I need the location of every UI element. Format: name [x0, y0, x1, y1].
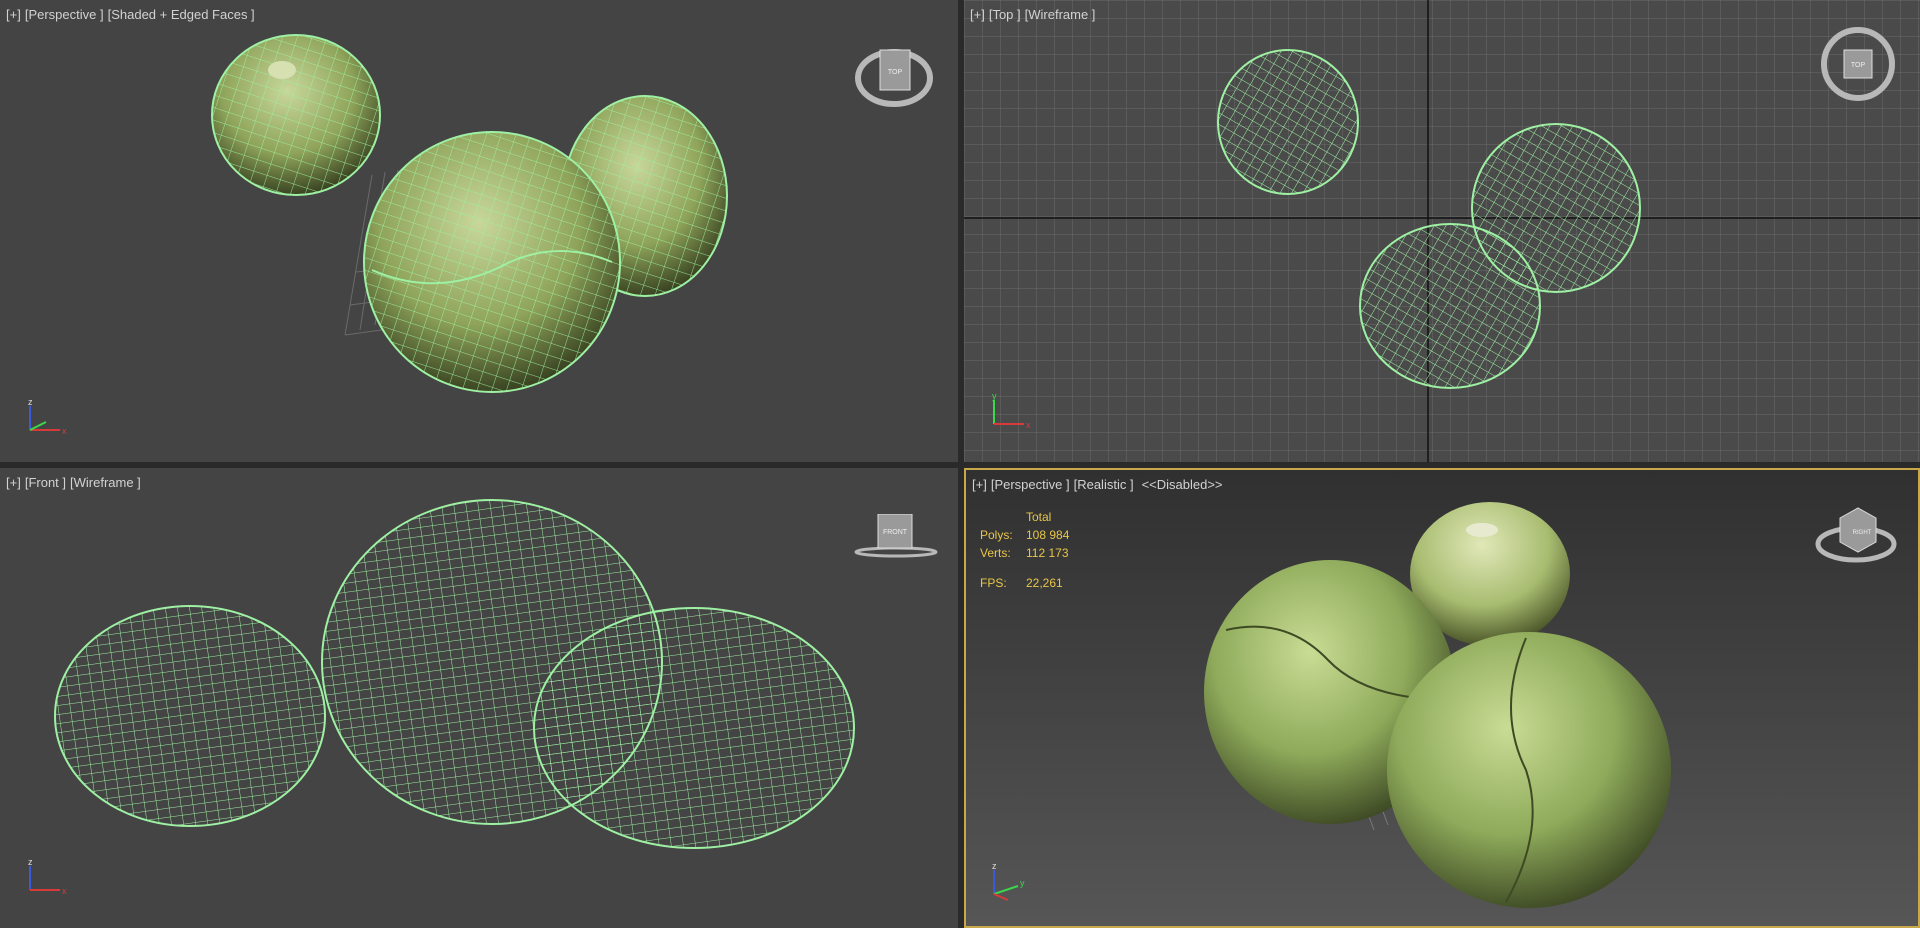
viewport-label: [+] [Front ] [Wireframe ] [6, 475, 141, 490]
stats-fps-label: FPS: [980, 576, 1007, 590]
viewport-point-of-view-menu[interactable]: [Perspective ] [25, 7, 104, 22]
stats-polys-label: Polys: [980, 528, 1013, 542]
cabbage-left[interactable] [54, 605, 326, 827]
cabbage-right[interactable] [533, 607, 855, 849]
axis-x-label: x [1026, 420, 1031, 430]
viewcube[interactable]: TOP [1818, 24, 1898, 104]
viewport-label: [+] [Perspective ] [Shaded + Edged Faces ] [6, 7, 255, 22]
scene-cabbages [1204, 502, 1671, 908]
viewcube-label: TOP [888, 69, 903, 76]
stats-verts-label: Verts: [980, 546, 1011, 560]
viewport-shading-menu[interactable]: [Realistic ] [1074, 477, 1134, 492]
axis-tripod: z x [28, 858, 67, 896]
stats-verts-value: 112 173 [1026, 546, 1069, 560]
viewcube-label: TOP [1851, 62, 1866, 69]
viewport-label: [+] [Top ] [Wireframe ] [970, 7, 1095, 22]
viewport-shading-menu[interactable]: [Wireframe ] [1025, 7, 1096, 22]
viewport-point-of-view-menu[interactable]: [Front ] [25, 475, 66, 490]
axis-tripod: z y [992, 862, 1025, 901]
axis-y-label: y [992, 392, 997, 401]
viewport-perspective-realistic[interactable]: [+] [Perspective ] [Realistic ] <<Disabled>… [964, 468, 1920, 928]
viewcube[interactable]: FRONT [852, 514, 940, 560]
viewport-menu-plus[interactable]: [+] [6, 475, 21, 490]
cabbage-small[interactable] [211, 34, 381, 196]
cabbage-small[interactable] [1217, 49, 1359, 195]
viewport-point-of-view-menu[interactable]: [Perspective ] [991, 477, 1070, 492]
viewport-perspective-shaded[interactable]: [+] [Perspective ] [Shaded + Edged Faces ] [0, 0, 958, 462]
viewport-label: [+] [Perspective ] [Realistic ] <<Disabled>… [972, 477, 1223, 492]
axis-tripod: z x [28, 398, 67, 436]
axis-x-label: x [62, 426, 67, 436]
viewport-top-wireframe[interactable]: [+] [Top ] [Wireframe ] TOP y x [964, 0, 1920, 462]
axis-x-label: x [62, 886, 67, 896]
viewcube[interactable]: TOP [850, 40, 938, 112]
statistics-overlay: Total Polys: 108 984 Verts: 112 173 FPS: 22… [980, 508, 1069, 592]
axis-tripod: y x [992, 392, 1031, 430]
viewcube-label: FRONT [883, 529, 908, 536]
cabbage-large[interactable] [363, 131, 621, 393]
viewcube[interactable]: RIGHT [1814, 498, 1900, 568]
viewport-menu-plus[interactable]: [+] [972, 477, 987, 492]
viewcube-label: RIGHT [1853, 530, 1872, 536]
axis-z-label: z [28, 398, 33, 407]
viewport-front-wireframe[interactable]: [+] [Front ] [Wireframe ] FRONT z x [0, 468, 958, 928]
stats-fps-value: 22,261 [1026, 576, 1063, 590]
scene-cabbages [211, 34, 728, 393]
scene-cabbages [964, 0, 1920, 462]
scene-cabbages [54, 499, 855, 849]
viewport-menu-plus[interactable]: [+] [6, 7, 21, 22]
viewport-point-of-view-menu[interactable]: [Top ] [989, 7, 1021, 22]
axis-z-label: z [28, 858, 33, 867]
viewport-disabled-label[interactable]: <<Disabled>> [1142, 477, 1223, 492]
viewport-shading-menu[interactable]: [Shaded + Edged Faces ] [108, 7, 255, 22]
viewport-shading-menu[interactable]: [Wireframe ] [70, 475, 141, 490]
stats-polys-value: 108 984 [1026, 528, 1070, 542]
cabbage-front[interactable] [1387, 632, 1671, 908]
axis-y-label: y [1020, 878, 1025, 888]
cabbage-large[interactable] [1359, 223, 1541, 389]
stats-header: Total [1026, 510, 1052, 524]
axis-z-label: z [992, 862, 997, 871]
viewport-menu-plus[interactable]: [+] [970, 7, 985, 22]
